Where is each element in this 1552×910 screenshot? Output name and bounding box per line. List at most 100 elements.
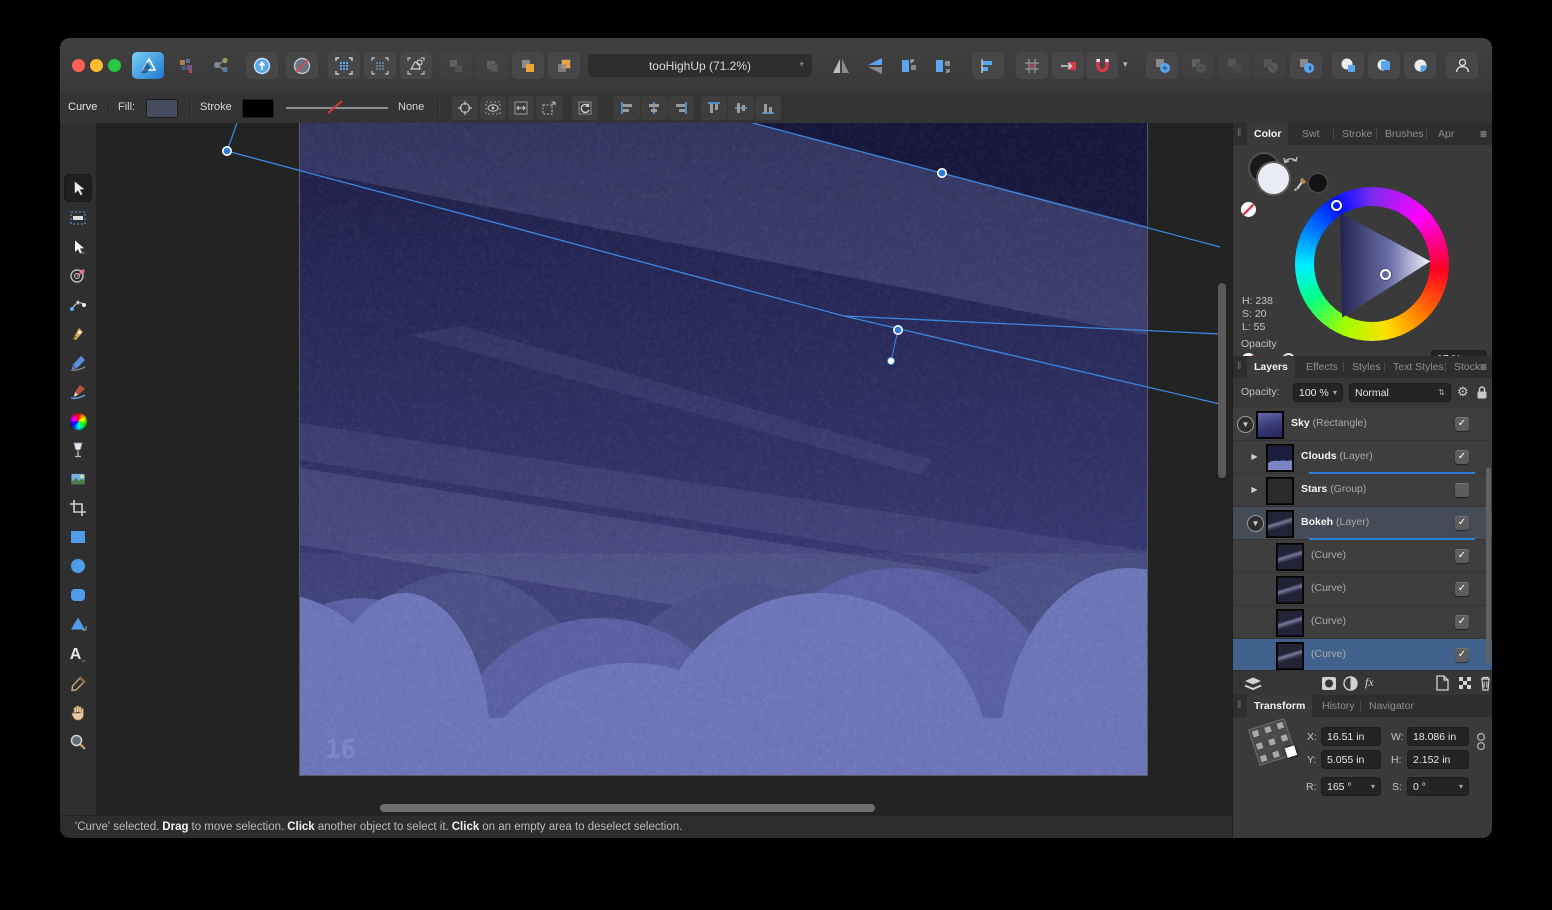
y-field[interactable]: 5.055 in xyxy=(1321,750,1381,769)
align-middle-icon[interactable] xyxy=(728,96,754,120)
layer-thumbnail[interactable] xyxy=(1267,511,1293,537)
layer-visibility-checkbox[interactable]: ✓ xyxy=(1455,516,1469,530)
picked-colour-swatch[interactable] xyxy=(1309,174,1327,192)
corner-tool[interactable] xyxy=(65,292,91,318)
layer-visibility-checkbox[interactable]: ✓ xyxy=(1455,615,1469,629)
delete-layer-trash-icon[interactable] xyxy=(1479,675,1492,691)
w-field[interactable]: 18.086 in xyxy=(1407,727,1469,746)
layer-thumbnail[interactable] xyxy=(1267,478,1293,504)
artboard-tool[interactable] xyxy=(65,205,91,231)
colour-picker-tool[interactable] xyxy=(65,671,91,697)
boolean-intersect-icon[interactable] xyxy=(1218,52,1250,79)
layers-opacity-dropdown[interactable]: 100 % ▾ xyxy=(1293,383,1343,402)
layers-scrollbar[interactable] xyxy=(1486,468,1491,663)
layer-thumbnail[interactable] xyxy=(1277,544,1303,570)
eyedropper-icon[interactable] xyxy=(1291,175,1311,195)
layer-row-bokeh[interactable]: ▼Bokeh (Layer)✓ xyxy=(1233,507,1492,540)
horizontal-scrollbar[interactable] xyxy=(380,804,875,812)
tab-appearance[interactable]: Apr xyxy=(1431,123,1461,145)
fill-swatch[interactable] xyxy=(1258,163,1289,194)
snapping-magnet-icon[interactable] xyxy=(1086,52,1118,79)
close-window-button[interactable] xyxy=(72,59,85,72)
blend-mode-dropdown[interactable]: Normal ⇅ xyxy=(1349,383,1451,402)
layer-stack-icon[interactable] xyxy=(1243,676,1263,691)
insert-behind-icon[interactable] xyxy=(440,52,472,79)
panel-grip-icon[interactable]: ‖ xyxy=(1237,127,1241,139)
triangle-tool[interactable] xyxy=(65,611,91,637)
gear-icon[interactable]: ⚙ xyxy=(1457,384,1469,400)
layer-thumbnail[interactable] xyxy=(1277,577,1303,603)
layer-visibility-checkbox[interactable]: ✓ xyxy=(1455,417,1469,431)
mask-layer-icon[interactable] xyxy=(1321,676,1337,691)
tab-swatches[interactable]: Swt xyxy=(1295,123,1327,145)
chevron-down-icon[interactable]: ▾ xyxy=(1371,782,1375,791)
selection-grid-icon[interactable] xyxy=(328,52,360,79)
layer-row-curve-5[interactable]: (Curve)✓ xyxy=(1233,573,1492,606)
tab-stroke[interactable]: Stroke xyxy=(1335,123,1379,145)
selection-lasso-icon[interactable] xyxy=(400,52,432,79)
flip-horizontal-icon[interactable] xyxy=(826,52,856,79)
hue-wheel[interactable] xyxy=(1295,187,1449,341)
boolean-divide-icon[interactable] xyxy=(1254,52,1286,79)
tab-history[interactable]: History xyxy=(1315,695,1362,717)
layer-visibility-checkbox[interactable]: ✓ xyxy=(1455,450,1469,464)
zoom-window-button[interactable] xyxy=(108,59,121,72)
canvas-viewport[interactable]: 16 xyxy=(96,123,1232,815)
move-tool[interactable] xyxy=(65,175,91,201)
align-right-icon[interactable] xyxy=(668,96,694,120)
tab-layers[interactable]: Layers xyxy=(1247,356,1295,378)
layer-visibility-checkbox[interactable]: ✓ xyxy=(1455,648,1469,662)
zoom-tool[interactable] xyxy=(65,729,91,755)
boolean-add-icon[interactable] xyxy=(1146,52,1178,79)
layer-row-curve-7[interactable]: (Curve)✓ xyxy=(1233,639,1492,672)
tab-brushes[interactable]: Brushes xyxy=(1378,123,1431,145)
shear-dropdown[interactable]: 0 °▾ xyxy=(1407,777,1469,796)
tab-text-styles[interactable]: Text Styles xyxy=(1386,356,1451,378)
account-person-icon[interactable] xyxy=(1446,52,1478,79)
tab-color[interactable]: Color xyxy=(1247,123,1288,145)
text-tool[interactable]: A xyxy=(65,642,91,668)
align-bottom-icon[interactable] xyxy=(755,96,781,120)
alignment-icon[interactable] xyxy=(972,52,1004,79)
snapping-caret-icon[interactable]: ▾ xyxy=(1123,59,1128,70)
expand-layer-icon[interactable]: ▶ xyxy=(1247,482,1262,497)
boolean-combine-icon[interactable] xyxy=(1290,52,1322,79)
layer-row-curve-4[interactable]: (Curve)✓ xyxy=(1233,540,1492,573)
align-top-icon[interactable] xyxy=(701,96,727,120)
panel-grip-icon[interactable]: ‖ xyxy=(1237,699,1241,711)
no-export-persona-icon[interactable] xyxy=(286,52,318,79)
x-field[interactable]: 16.51 in xyxy=(1321,727,1381,746)
chevron-down-icon[interactable]: ▾ xyxy=(1459,782,1463,791)
panel-grip-icon[interactable]: ‖ xyxy=(1237,360,1241,372)
panel-menu-icon[interactable]: ≡ xyxy=(1480,127,1487,141)
insert-above-icon[interactable] xyxy=(548,52,580,79)
align-left-icon[interactable] xyxy=(614,96,640,120)
document-canvas[interactable]: 16 xyxy=(300,123,1147,775)
tab-styles[interactable]: Styles xyxy=(1345,356,1388,378)
rounded-rectangle-tool[interactable] xyxy=(65,582,91,608)
sl-triangle[interactable] xyxy=(1314,206,1430,322)
rotation-dropdown[interactable]: 165 °▾ xyxy=(1321,777,1381,796)
boolean-subtract-icon[interactable] xyxy=(1182,52,1214,79)
panel-menu-icon[interactable]: ≡ xyxy=(1480,360,1487,374)
arrange-forward-icon[interactable] xyxy=(894,52,924,79)
layer-visibility-checkbox[interactable]: ✓ xyxy=(1455,582,1469,596)
selection-grid-dim-icon[interactable] xyxy=(364,52,396,79)
pencil-tool[interactable] xyxy=(65,350,91,376)
colour-wheel-tool[interactable] xyxy=(65,408,91,434)
layer-row-clouds[interactable]: ▶Clouds (Layer)✓ xyxy=(1233,441,1492,474)
export-persona-icon[interactable] xyxy=(246,52,278,79)
transform-origin-icon[interactable] xyxy=(452,96,478,120)
swap-swatches-icon[interactable] xyxy=(1282,151,1300,167)
rectangle-tool[interactable] xyxy=(65,524,91,550)
adjustment-layer-icon[interactable] xyxy=(1343,676,1358,691)
layer-thumbnail[interactable] xyxy=(1277,643,1303,669)
layer-row-stars[interactable]: ▶Stars (Group) xyxy=(1233,474,1492,507)
layer-row-curve-6[interactable]: (Curve)✓ xyxy=(1233,606,1492,639)
node-tool[interactable] xyxy=(65,234,91,260)
align-center-h-icon[interactable] xyxy=(641,96,667,120)
grid-options-icon[interactable] xyxy=(1016,52,1048,79)
minimize-window-button[interactable] xyxy=(90,59,103,72)
pen-tool[interactable] xyxy=(65,321,91,347)
rotate-object-icon[interactable] xyxy=(572,96,598,120)
